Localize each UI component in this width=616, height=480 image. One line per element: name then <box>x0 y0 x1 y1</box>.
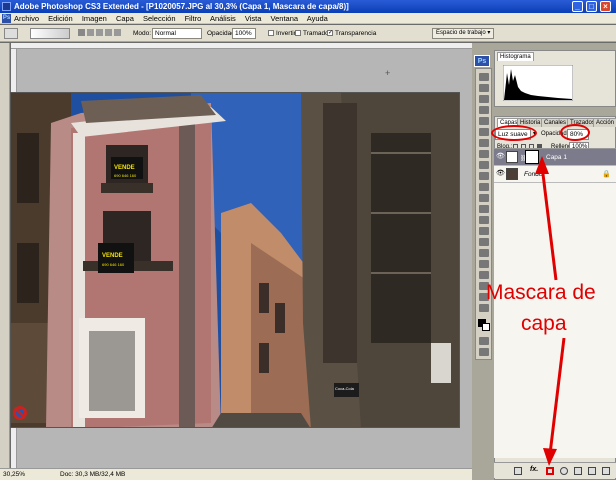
left-tool-strip <box>0 43 10 468</box>
annotation-arrows <box>535 156 566 466</box>
ruler-top <box>11 43 472 49</box>
gradient-type-buttons[interactable] <box>78 29 122 38</box>
photo-image[interactable]: VENDE 690 646 160 VENDE 690 646 160 Coca… <box>10 92 460 428</box>
menu-analisis[interactable]: Análisis <box>210 14 236 23</box>
transparency-label: Transparencia <box>335 30 377 37</box>
menu-ventana[interactable]: Ventana <box>271 14 299 23</box>
magic-wand-tool-icon[interactable] <box>479 106 489 114</box>
highlight-ellipse-blend <box>491 125 537 141</box>
lasso-tool-icon[interactable] <box>479 95 489 103</box>
sign-phone-top: 690 646 160 <box>114 173 137 178</box>
marquee-tool-icon[interactable] <box>479 84 489 92</box>
transparency-checkbox[interactable]: ✓ <box>327 30 333 36</box>
mode-label: Modo: <box>133 30 152 37</box>
gradient-picker[interactable] <box>30 28 70 39</box>
tab-accion[interactable]: Acción <box>593 118 616 127</box>
close-button[interactable]: × <box>600 1 611 12</box>
menu-capa[interactable]: Capa <box>116 14 134 23</box>
annotation-text-line1: Mascara de <box>486 281 596 304</box>
dither-label: Tramado <box>303 30 329 37</box>
sign-vende-top: VENDE <box>114 165 135 171</box>
menu-vista[interactable]: Vista <box>245 14 262 23</box>
menu-imagen[interactable]: Imagen <box>82 14 107 23</box>
ps-logo: Ps <box>2 14 11 23</box>
street-photo <box>11 93 459 427</box>
histogram-graph <box>503 65 573 101</box>
mode-select[interactable]: Normal <box>152 28 202 39</box>
workspace-button[interactable]: Espacio de trabajo ▾ <box>432 28 495 39</box>
invert-label: Invertir <box>276 30 296 37</box>
menu-archivo[interactable]: Archivo <box>14 14 39 23</box>
sign-vende-bottom: VENDE <box>102 253 123 259</box>
tool-preset-picker[interactable] <box>4 28 18 39</box>
document-info: Doc: 30,3 MB/32,4 MB <box>60 471 126 478</box>
options-bar: Modo: Normal Opacidad: 100% Invertir Tra… <box>0 25 616 42</box>
ps-badge-icon: Ps <box>474 55 490 67</box>
menu-filtro[interactable]: Filtro <box>185 14 202 23</box>
histogram-panel: Histograma <box>494 50 616 107</box>
slice-tool-icon[interactable] <box>479 128 489 136</box>
dither-checkbox[interactable] <box>295 30 301 36</box>
sign-phone-bottom: 690 646 160 <box>102 262 125 267</box>
title-bar: Adobe Photoshop CS3 Extended - [P1020057… <box>0 0 616 13</box>
menu-seleccion[interactable]: Selección <box>143 14 176 23</box>
app-icon <box>2 2 11 11</box>
window-title: Adobe Photoshop CS3 Extended - [P1020057… <box>14 2 349 11</box>
invert-checkbox[interactable] <box>268 30 274 36</box>
menu-ayuda[interactable]: Ayuda <box>307 14 328 23</box>
menu-edicion[interactable]: Edición <box>48 14 73 23</box>
histogram-tab[interactable]: Histograma <box>497 52 534 61</box>
crop-tool-icon[interactable] <box>479 117 489 125</box>
cocacola-sign: Coca-Cola <box>335 386 354 391</box>
annotation-text-line2: capa <box>521 312 567 335</box>
highlight-ellipse-opacity <box>560 124 590 141</box>
crosshair-cursor-icon: + <box>385 68 391 78</box>
status-bar: 30,25% Doc: 30,3 MB/32,4 MB <box>0 468 472 480</box>
menu-bar: Ps Archivo Edición Imagen Capa Selección… <box>0 13 616 24</box>
maximize-button[interactable]: □ <box>586 1 597 12</box>
opacity-input[interactable]: 100% <box>232 28 256 39</box>
zoom-level[interactable]: 30,25% <box>3 469 25 480</box>
minimize-button[interactable]: _ <box>572 1 583 12</box>
move-tool-icon[interactable] <box>479 73 489 81</box>
